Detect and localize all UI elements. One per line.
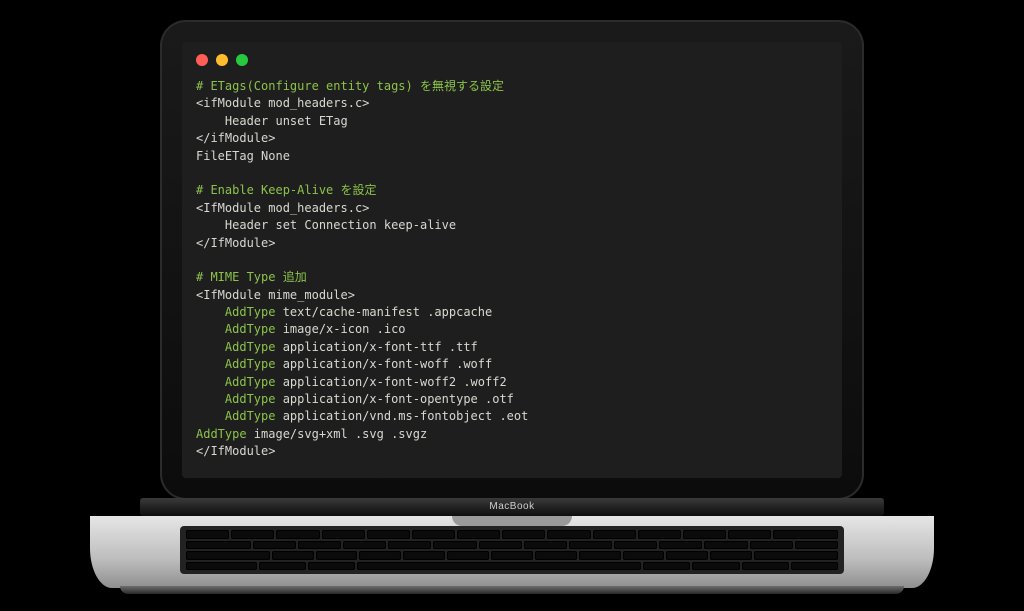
- laptop-foot: [120, 586, 904, 594]
- code-editor-content: # ETags(Configure entity tags) を無視する設定 <…: [196, 78, 828, 468]
- key[interactable]: [272, 551, 314, 560]
- key[interactable]: [322, 530, 365, 539]
- code-keyword: AddType: [196, 375, 275, 389]
- key[interactable]: [231, 530, 274, 539]
- key[interactable]: [259, 562, 306, 571]
- key[interactable]: [773, 530, 838, 539]
- key[interactable]: [433, 541, 476, 550]
- key[interactable]: [186, 541, 251, 550]
- key[interactable]: [547, 530, 590, 539]
- zoom-icon[interactable]: [236, 54, 248, 66]
- key[interactable]: [186, 530, 229, 539]
- code-keyword: AddType: [196, 305, 275, 319]
- key-row: [186, 562, 838, 571]
- code-keyword: AddType: [196, 427, 247, 441]
- key[interactable]: [298, 541, 341, 550]
- key[interactable]: [276, 530, 319, 539]
- key[interactable]: [253, 541, 296, 550]
- key[interactable]: [692, 562, 739, 571]
- key[interactable]: [710, 551, 752, 560]
- key[interactable]: [579, 551, 621, 560]
- code-keyword: AddType: [196, 409, 275, 423]
- key-row: [186, 551, 838, 560]
- code-line: application/vnd.ms-fontobject .eot: [275, 409, 528, 423]
- code-line: application/x-font-ttf .ttf: [275, 340, 477, 354]
- key[interactable]: [728, 530, 771, 539]
- code-line: Header set Connection keep-alive: [196, 218, 456, 232]
- code-keyword: AddType: [196, 357, 275, 371]
- key[interactable]: [367, 530, 410, 539]
- trackpad-notch: [452, 516, 572, 526]
- code-line: image/svg+xml .svg .svgz: [247, 427, 428, 441]
- key[interactable]: [403, 551, 445, 560]
- key[interactable]: [593, 530, 636, 539]
- minimize-icon[interactable]: [216, 54, 228, 66]
- key[interactable]: [666, 551, 708, 560]
- laptop-deck: [90, 516, 934, 588]
- key[interactable]: [343, 541, 386, 550]
- key[interactable]: [457, 530, 500, 539]
- code-keyword: AddType: [196, 340, 275, 354]
- key[interactable]: [704, 541, 747, 550]
- key[interactable]: [491, 551, 533, 560]
- code-line: </IfModule>: [196, 236, 275, 250]
- code-line: image/x-icon .ico: [275, 322, 405, 336]
- key[interactable]: [569, 541, 612, 550]
- key[interactable]: [447, 551, 489, 560]
- key[interactable]: [614, 541, 657, 550]
- key[interactable]: [638, 530, 681, 539]
- keyboard: [180, 526, 844, 574]
- code-line: application/x-font-opentype .otf: [275, 392, 513, 406]
- key[interactable]: [754, 551, 838, 560]
- key[interactable]: [643, 562, 690, 571]
- code-line: </ifModule>: [196, 131, 275, 145]
- window-controls: [196, 54, 248, 66]
- key[interactable]: [186, 551, 270, 560]
- code-line: Header unset ETag: [196, 114, 348, 128]
- code-line: <IfModule mod_headers.c>: [196, 201, 369, 215]
- key[interactable]: [535, 551, 577, 560]
- code-line: FileETag None: [196, 149, 290, 163]
- close-icon[interactable]: [196, 54, 208, 66]
- key-row: [186, 541, 838, 550]
- code-line: application/x-font-woff2 .woff2: [275, 375, 506, 389]
- code-keyword: AddType: [196, 392, 275, 406]
- key-row: [186, 530, 838, 539]
- code-comment: # Enable Keep-Alive を設定: [196, 183, 377, 197]
- key[interactable]: [683, 530, 726, 539]
- key[interactable]: [502, 530, 545, 539]
- code-line: </IfModule>: [196, 444, 275, 458]
- key[interactable]: [623, 551, 665, 560]
- key[interactable]: [742, 562, 789, 571]
- code-comment: # ETags(Configure entity tags) を無視する設定: [196, 79, 504, 93]
- code-comment: # MIME Type 追加: [196, 270, 307, 284]
- key[interactable]: [750, 541, 793, 550]
- key[interactable]: [186, 562, 257, 571]
- code-line: <ifModule mod_headers.c>: [196, 96, 369, 110]
- key[interactable]: [316, 551, 358, 560]
- key[interactable]: [412, 530, 455, 539]
- key[interactable]: [795, 541, 838, 550]
- key[interactable]: [659, 541, 702, 550]
- laptop-lid: # ETags(Configure entity tags) を無視する設定 <…: [160, 20, 864, 500]
- key[interactable]: [308, 562, 355, 571]
- key[interactable]: [479, 541, 522, 550]
- macbook-mockup: # ETags(Configure entity tags) を無視する設定 <…: [0, 0, 1024, 611]
- code-line: text/cache-manifest .appcache: [275, 305, 492, 319]
- device-brand-label: MacBook: [0, 500, 1024, 514]
- key-spacebar[interactable]: [357, 562, 641, 571]
- code-line: application/x-font-woff .woff: [275, 357, 492, 371]
- key[interactable]: [359, 551, 401, 560]
- key[interactable]: [388, 541, 431, 550]
- code-line: <IfModule mime_module>: [196, 288, 355, 302]
- key[interactable]: [791, 562, 838, 571]
- code-keyword: AddType: [196, 322, 275, 336]
- key[interactable]: [524, 541, 567, 550]
- terminal-window: # ETags(Configure entity tags) を無視する設定 <…: [182, 42, 842, 478]
